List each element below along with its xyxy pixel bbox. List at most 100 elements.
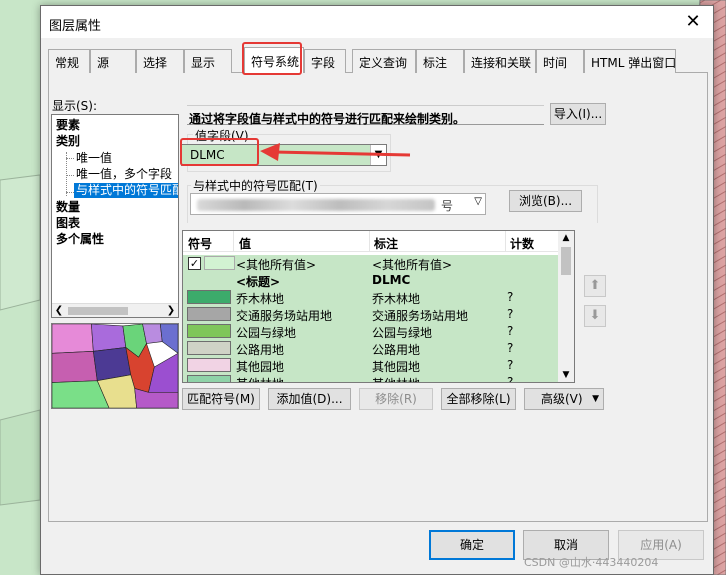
remove-button[interactable]: 移除(R) (359, 388, 433, 410)
table-row-all-other[interactable]: ✓ <其他所有值> <其他所有值> (183, 255, 560, 272)
cell-count: ? (507, 307, 514, 321)
tree-unique-value[interactable]: 唯一值 (76, 151, 112, 166)
cell-value: 乔木林地 (236, 292, 285, 306)
scroll-down-icon[interactable]: ▼ (558, 368, 574, 382)
tree-horizontal-scrollbar[interactable]: ❮ ❯ (52, 303, 178, 317)
tree-categories[interactable]: 类别 (56, 134, 80, 149)
table-vertical-scrollbar[interactable]: ▲ ▼ (558, 231, 574, 382)
cell-label: 公园与绿地 (372, 326, 433, 340)
tab-time[interactable]: 时间 (536, 49, 584, 73)
table-row[interactable]: 乔木林地 乔木林地? (183, 289, 560, 306)
tree-features[interactable]: 要素 (56, 118, 80, 133)
tab-html-popup[interactable]: HTML 弹出窗口 (584, 49, 676, 73)
table-row-heading[interactable]: <标题> DLMC (183, 272, 560, 289)
tab-labels[interactable]: 标注 (416, 49, 464, 73)
style-value-suffix: 号 (441, 199, 454, 213)
tree-match-to-style[interactable]: 与样式中的符号匹配 (74, 183, 178, 198)
table-header: 符号 值 标注 计数 (183, 231, 560, 252)
scroll-thumb[interactable] (561, 247, 571, 275)
col-separator (505, 231, 506, 252)
tab-fields[interactable]: 字段 (304, 49, 346, 73)
tree-multiple-attributes[interactable]: 多个属性 (56, 232, 104, 247)
symbol-value-table: 符号 值 标注 计数 ✓ <其他所有值> <其他所有值> <标题> DLMC 乔… (182, 230, 575, 383)
tree-connector-h2 (66, 175, 74, 176)
advanced-label: 高级(V) (541, 392, 583, 406)
tab-selection[interactable]: 选择 (136, 49, 184, 73)
cell-label: 其他园地 (372, 360, 421, 374)
checkbox-checked-icon[interactable]: ✓ (188, 257, 201, 270)
watermark: CSDN @山水·443440204 (524, 556, 659, 569)
tab-joins-relates[interactable]: 连接和关联 (464, 49, 536, 73)
tab-definition-query[interactable]: 定义查询 (352, 49, 416, 73)
renderer-tree: 要素 类别 唯一值 唯一值，多个字段 与样式中的符号匹配 数量 图表 多个属性 … (51, 114, 179, 318)
cell-value: 其他园地 (236, 360, 285, 374)
cell-label: 交通服务场站用地 (372, 309, 469, 323)
scroll-up-icon[interactable]: ▲ (558, 231, 574, 245)
col-value[interactable]: 值 (239, 235, 251, 252)
symbol-swatch[interactable] (187, 290, 231, 304)
all-other-swatch[interactable] (204, 256, 235, 270)
cell-count: ? (507, 290, 514, 304)
blurred-style-path (197, 199, 435, 211)
scroll-right-icon[interactable]: ❯ (164, 304, 178, 317)
add-values-button[interactable]: 添加值(D)... (268, 388, 351, 410)
symbol-swatch[interactable] (187, 324, 231, 338)
cell-count: ? (507, 358, 514, 372)
symbol-swatch[interactable] (187, 358, 231, 372)
tab-general[interactable]: 常规 (48, 49, 90, 73)
col-count[interactable]: 计数 (510, 235, 534, 252)
cell-count: ? (507, 324, 514, 338)
cell-label: 乔木林地 (372, 292, 421, 306)
chevron-down-icon[interactable]: ▽ (474, 196, 482, 207)
table-row[interactable]: 公路用地 公路用地? (183, 340, 560, 357)
import-button[interactable]: 导入(I)... (550, 103, 606, 125)
tree-unique-value-many-fields[interactable]: 唯一值，多个字段 (76, 167, 172, 182)
cell-value: <标题> (236, 275, 281, 289)
tree-quantities[interactable]: 数量 (56, 200, 80, 215)
move-up-icon[interactable]: ⬆ (584, 275, 606, 297)
cell-value: 公园与绿地 (236, 326, 297, 340)
renderer-preview-map (51, 323, 179, 409)
scroll-left-icon[interactable]: ❮ (52, 304, 66, 317)
scroll-thumb[interactable] (68, 307, 128, 315)
advanced-button[interactable]: 高级(V) ▼ (524, 388, 604, 410)
tab-display[interactable]: 显示 (184, 49, 232, 73)
cell-label: 其他林地 (372, 375, 420, 382)
table-row[interactable]: 其他林地 其他林地? (183, 374, 560, 383)
dialog-content: 常规 源 选择 显示 符号系统 字段 定义查询 标注 连接和关联 时间 HTML… (40, 5, 714, 575)
cell-label: 公路用地 (372, 343, 421, 357)
cell-label: DLMC (372, 273, 411, 287)
cell-value: <其他所有值> (236, 258, 317, 272)
remove-all-button[interactable]: 全部移除(L) (441, 388, 516, 410)
col-label[interactable]: 标注 (374, 235, 398, 252)
red-arrow-annotation (260, 143, 411, 161)
symbol-swatch[interactable] (187, 341, 231, 355)
cell-value: 交通服务场站用地 (236, 309, 333, 323)
symbol-swatch[interactable] (187, 307, 231, 321)
table-row[interactable]: 交通服务场站用地 交通服务场站用地? (183, 306, 560, 323)
move-down-icon[interactable]: ⬇ (584, 305, 606, 327)
match-style-label: 与样式中的符号匹配(T) (191, 177, 320, 194)
cell-count: ? (507, 375, 514, 383)
cell-count: ? (507, 341, 514, 355)
browse-button[interactable]: 浏览(B)... (509, 190, 582, 212)
cell-label: <其他所有值> (372, 258, 453, 272)
value-field-highlight-box (180, 138, 259, 166)
table-row[interactable]: 其他园地 其他园地? (183, 357, 560, 374)
renderer-description: 通过将字段值与样式中的符号进行匹配来绘制类别。 (187, 105, 544, 126)
table-row[interactable]: 公园与绿地 公园与绿地? (183, 323, 560, 340)
dropdown-arrow-icon: ▼ (592, 394, 599, 404)
tree-connector-h3 (66, 192, 74, 193)
tree-charts[interactable]: 图表 (56, 216, 80, 231)
tree-connector-h1 (66, 158, 74, 159)
style-dropdown[interactable]: 号 ▽ (190, 193, 486, 215)
ok-button[interactable]: 确定 (429, 530, 515, 560)
symbol-swatch[interactable] (187, 375, 231, 382)
col-symbol[interactable]: 符号 (188, 235, 212, 252)
cell-value: 公路用地 (236, 343, 285, 357)
match-symbols-button[interactable]: 匹配符号(M) (182, 388, 260, 410)
col-separator (369, 231, 370, 252)
show-label: 显示(S): (52, 99, 98, 113)
tab-source[interactable]: 源 (90, 49, 136, 73)
tab-highlight-box (242, 42, 302, 75)
